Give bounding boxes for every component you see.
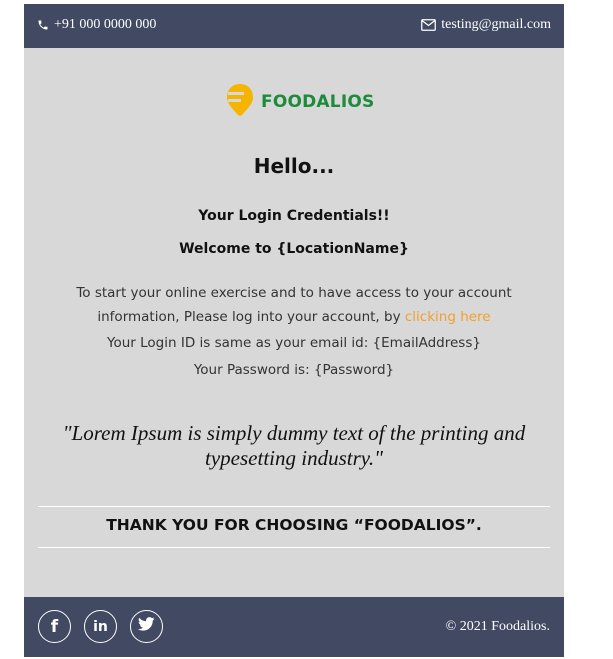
- brand-logo: FOODALIOS: [225, 82, 374, 121]
- divider-top: [38, 506, 550, 507]
- email-address: testing@gmail.com: [441, 17, 551, 32]
- intro-paragraph: To start your online exercise and to hav…: [24, 281, 564, 329]
- footer-bar: f in © 2021 Foodalios.: [24, 597, 564, 657]
- top-bar: +91 000 0000 000 testing@gmail.com: [24, 4, 564, 48]
- brand-name: FOODALIOS: [261, 91, 375, 112]
- password-text: Your Password is: {Password}: [193, 362, 395, 378]
- phone-contact[interactable]: +91 000 0000 000: [37, 17, 156, 33]
- greeting-heading: Hello...: [253, 154, 335, 178]
- quote-text: "Lorem Ipsum is simply dummy text of the…: [62, 421, 526, 470]
- welcome-heading: Welcome to {LocationName}: [179, 241, 409, 257]
- social-links: f in: [38, 610, 163, 643]
- linkedin-icon: in: [93, 618, 108, 635]
- credentials-heading: Your Login Credentials!!: [198, 208, 390, 224]
- login-link[interactable]: clicking here: [405, 309, 491, 325]
- login-id-text: Your Login ID is same as your email id: …: [107, 335, 481, 351]
- envelope-icon: [421, 19, 437, 31]
- logo-mark-icon: [225, 82, 255, 121]
- twitter-icon: [137, 617, 155, 636]
- phone-number: +91 000 0000 000: [54, 17, 157, 32]
- email-container: +91 000 0000 000 testing@gmail.com FOODA…: [24, 4, 564, 657]
- copyright-text: © 2021 Foodalios.: [445, 619, 550, 634]
- facebook-button[interactable]: f: [38, 610, 71, 643]
- facebook-icon: f: [50, 616, 59, 637]
- linkedin-button[interactable]: in: [84, 610, 117, 643]
- thank-you-text: THANK YOU FOR CHOOSING “FOODALIOS”.: [106, 516, 482, 534]
- twitter-button[interactable]: [130, 610, 163, 643]
- divider-bottom: [38, 547, 550, 548]
- email-contact[interactable]: testing@gmail.com: [421, 17, 551, 33]
- phone-icon: [37, 19, 49, 31]
